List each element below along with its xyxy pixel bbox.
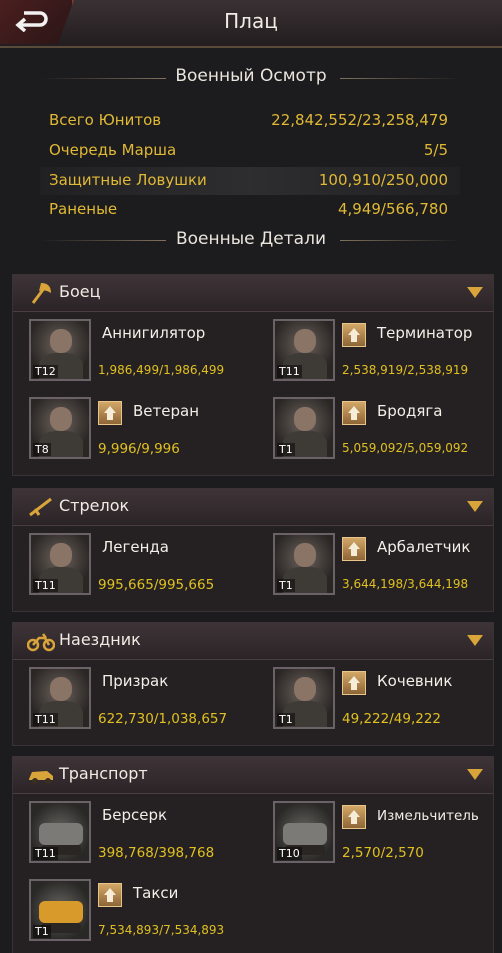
upgrade-arrow-icon[interactable] [98, 401, 122, 425]
unit-name: Арбалетчик [377, 538, 471, 556]
unit-count: 1,986,499/1,986,499 [98, 363, 225, 377]
stat-label: Очередь Марша [49, 141, 177, 159]
unit-portrait: T1 [273, 533, 335, 595]
upgrade-arrow-icon[interactable] [342, 401, 366, 425]
unit-name: Ветеран [133, 402, 200, 420]
unit-name: Призрак [102, 672, 169, 690]
tier-badge: T10 [277, 847, 302, 860]
unit-card[interactable]: T1 Такси 7,534,893/7,534,893 [29, 879, 259, 945]
chevron-down-icon[interactable] [467, 501, 483, 512]
unit-count: 622,730/1,038,657 [98, 711, 228, 727]
unit-count: 5,059,092/5,059,092 [342, 441, 469, 455]
tier-badge: T1 [277, 579, 295, 592]
category-header-transport[interactable]: Транспорт [13, 757, 493, 794]
unit-name: Бродяга [377, 402, 443, 420]
upgrade-arrow-icon[interactable] [342, 323, 366, 347]
page-title: Плац [224, 9, 278, 33]
unit-card[interactable]: T11 Призрак 622,730/1,038,657 [29, 667, 259, 733]
details-title: Военные Детали [175, 229, 326, 249]
unit-portrait: T10 [273, 801, 335, 863]
tier-badge: T11 [33, 713, 58, 726]
unit-name: Берсерк [102, 806, 168, 824]
unit-card[interactable]: T8 Ветеран 9,996/9,996 [29, 397, 259, 463]
category-panel-shooter: Стрелок T11 Легенда 995,665/995,665 T1 А… [12, 488, 494, 612]
unit-portrait: T1 [29, 879, 91, 941]
unit-name: Такси [133, 884, 179, 902]
category-header-fighter[interactable]: Боец [13, 275, 493, 312]
category-label: Транспорт [59, 764, 148, 783]
stat-traps: Защитные Ловушки 100,910/250,000 [40, 167, 460, 195]
tier-badge: T8 [33, 443, 51, 456]
category-panel-fighter: Боец T12 Аннигилятор 1,986,499/1,986,499… [12, 274, 494, 476]
unit-card[interactable]: T12 Аннигилятор 1,986,499/1,986,499 [29, 319, 259, 385]
unit-portrait: T11 [29, 801, 91, 863]
category-panel-rider: Наездник T11 Призрак 622,730/1,038,657 T… [12, 622, 494, 746]
unit-portrait: T8 [29, 397, 91, 459]
chevron-down-icon[interactable] [467, 635, 483, 646]
unit-card[interactable]: T11 Легенда 995,665/995,665 [29, 533, 259, 599]
stat-march-queue: Очередь Марша 5/5 [40, 137, 460, 165]
unit-card[interactable]: T10 Измельчитель 2,570/2,570 [273, 801, 502, 867]
unit-name: Аннигилятор [102, 324, 206, 342]
unit-portrait: T1 [273, 397, 335, 459]
upgrade-arrow-icon[interactable] [98, 883, 122, 907]
stat-value: 5/5 [423, 141, 448, 159]
category-header-shooter[interactable]: Стрелок [13, 489, 493, 526]
unit-name: Измельчитель [377, 808, 479, 824]
category-label: Стрелок [59, 496, 130, 515]
category-header-rider[interactable]: Наездник [13, 623, 493, 660]
unit-name: Легенда [102, 538, 169, 556]
rifle-icon [29, 497, 52, 517]
stat-label: Защитные Ловушки [49, 171, 207, 189]
unit-count: 3,644,198/3,644,198 [342, 577, 469, 591]
unit-card[interactable]: T11 Берсерк 398,768/398,768 [29, 801, 259, 867]
unit-card[interactable]: T1 Арбалетчик 3,644,198/3,644,198 [273, 533, 502, 599]
unit-card[interactable]: T11 Терминатор 2,538,919/2,538,919 [273, 319, 502, 385]
unit-portrait: T12 [29, 319, 91, 381]
category-panel-transport: Транспорт T11 Берсерк 398,768/398,768 T1… [12, 756, 494, 953]
unit-portrait: T11 [29, 533, 91, 595]
category-label: Боец [59, 282, 101, 301]
unit-portrait: T1 [273, 667, 335, 729]
tier-badge: T11 [277, 365, 302, 378]
chevron-down-icon[interactable] [467, 287, 483, 298]
unit-count: 995,665/995,665 [98, 577, 215, 593]
upgrade-arrow-icon[interactable] [342, 537, 366, 561]
stat-wounded: Раненые 4,949/566,780 [40, 196, 460, 224]
review-title: Военный Осмотр [175, 66, 327, 86]
tier-badge: T1 [277, 443, 295, 456]
unit-count: 2,570/2,570 [342, 845, 424, 861]
category-label: Наездник [59, 630, 141, 649]
tier-badge: T1 [277, 713, 295, 726]
stat-value: 4,949/566,780 [337, 200, 448, 218]
unit-count: 2,538,919/2,538,919 [342, 363, 469, 377]
tier-badge: T11 [33, 847, 58, 860]
unit-name: Терминатор [377, 324, 473, 342]
tier-badge: T12 [33, 365, 58, 378]
unit-count: 7,534,893/7,534,893 [98, 923, 225, 937]
stat-value: 100,910/250,000 [318, 171, 448, 189]
stat-label: Всего Юнитов [49, 111, 162, 129]
stat-value: 22,842,552/23,258,479 [271, 111, 448, 129]
unit-count: 49,222/49,222 [342, 711, 442, 727]
stat-total-units: Всего Юнитов 22,842,552/23,258,479 [40, 107, 460, 135]
stat-label: Раненые [49, 200, 118, 218]
chevron-down-icon[interactable] [467, 769, 483, 780]
upgrade-arrow-icon[interactable] [342, 671, 366, 695]
unit-count: 398,768/398,768 [98, 845, 215, 861]
unit-count: 9,996/9,996 [98, 441, 180, 457]
axe-icon [31, 283, 51, 304]
tier-badge: T11 [33, 579, 58, 592]
tier-badge: T1 [33, 925, 51, 938]
unit-portrait: T11 [273, 319, 335, 381]
unit-name: Кочевник [377, 672, 453, 690]
unit-portrait: T11 [29, 667, 91, 729]
top-bar: Плац [0, 0, 502, 48]
car-icon [29, 771, 53, 784]
unit-card[interactable]: T1 Бродяга 5,059,092/5,059,092 [273, 397, 502, 463]
motorcycle-icon [27, 633, 55, 652]
upgrade-arrow-icon[interactable] [342, 805, 366, 829]
unit-card[interactable]: T1 Кочевник 49,222/49,222 [273, 667, 502, 733]
